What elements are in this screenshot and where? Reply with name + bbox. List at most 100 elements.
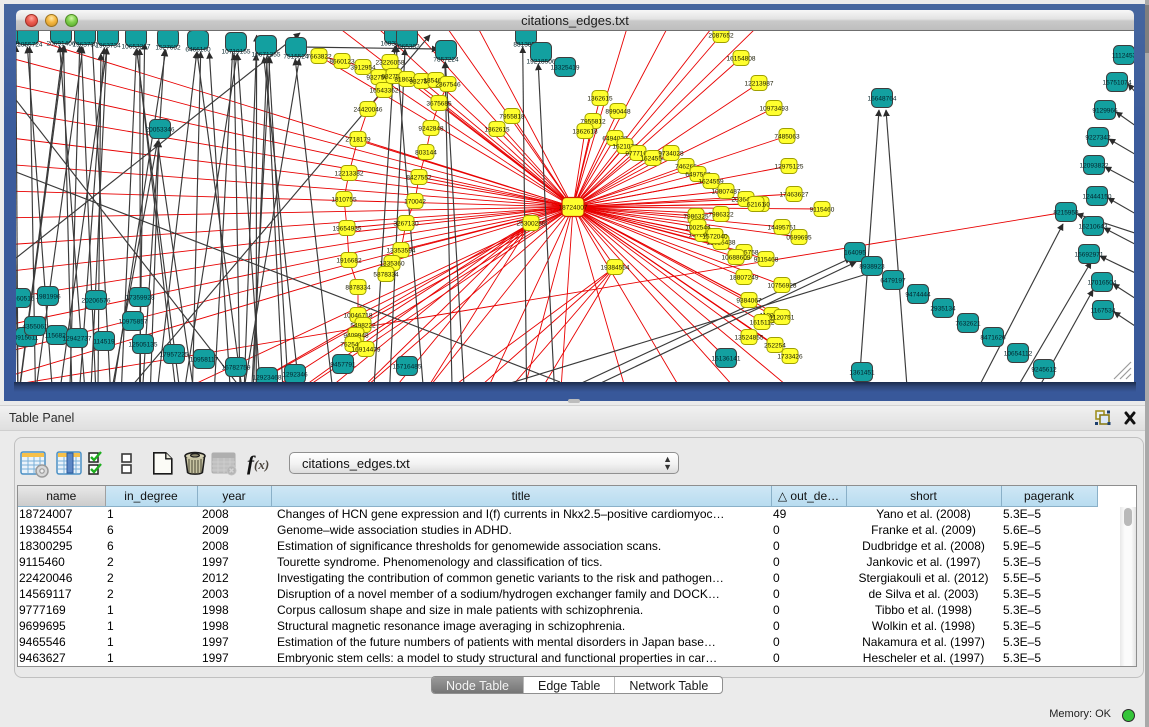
svg-text:252254: 252254 bbox=[764, 342, 786, 349]
svg-text:2087652: 2087652 bbox=[708, 32, 734, 39]
svg-text:8427552: 8427552 bbox=[406, 174, 432, 181]
svg-text:9129966: 9129966 bbox=[1092, 107, 1118, 114]
svg-text:12213382: 12213382 bbox=[335, 170, 364, 177]
svg-text:1120751: 1120751 bbox=[770, 314, 795, 321]
svg-text:10975857: 10975857 bbox=[119, 318, 148, 325]
svg-text:1362615: 1362615 bbox=[587, 95, 613, 102]
svg-text:1065382: 1065382 bbox=[394, 44, 420, 51]
svg-text:19654935: 19654935 bbox=[333, 225, 362, 232]
svg-text:9474444: 9474444 bbox=[905, 291, 931, 298]
svg-text:10671355: 10671355 bbox=[252, 52, 281, 59]
svg-text:8471626: 8471626 bbox=[980, 334, 1006, 341]
svg-text:20691406: 20691406 bbox=[47, 41, 76, 48]
svg-text:1362615: 1362615 bbox=[484, 126, 510, 133]
svg-text:13524855: 13524855 bbox=[735, 334, 764, 341]
svg-text:16543362: 16543362 bbox=[370, 87, 399, 94]
svg-text:9227342: 9227342 bbox=[1085, 134, 1111, 141]
svg-text:7632621: 7632621 bbox=[955, 320, 981, 327]
svg-text:10653267: 10653267 bbox=[122, 44, 151, 51]
svg-text:12923468: 12923468 bbox=[253, 374, 282, 381]
svg-text:23226058: 23226058 bbox=[376, 59, 405, 66]
svg-text:1916682: 1916682 bbox=[336, 257, 362, 264]
svg-text:8990448: 8990448 bbox=[605, 108, 631, 115]
svg-text:16648764: 16648764 bbox=[868, 95, 897, 102]
svg-text:(x): (x) bbox=[254, 457, 269, 472]
svg-text:15751074: 15751074 bbox=[1103, 79, 1132, 86]
svg-text:1527602: 1527602 bbox=[155, 45, 181, 52]
svg-text:5878334: 5878334 bbox=[373, 271, 399, 278]
svg-text:1963734: 1963734 bbox=[95, 43, 121, 50]
svg-text:10958117: 10958117 bbox=[190, 356, 219, 363]
svg-text:18724007: 18724007 bbox=[559, 204, 588, 211]
svg-text:13353594: 13353594 bbox=[387, 247, 416, 254]
svg-text:15692971: 15692971 bbox=[1075, 251, 1104, 258]
svg-text:2718179: 2718179 bbox=[345, 136, 371, 143]
svg-text:8215958: 8215958 bbox=[1053, 209, 1079, 216]
svg-text:8878334: 8878334 bbox=[345, 284, 371, 291]
svg-text:13325419: 13325419 bbox=[551, 64, 580, 71]
svg-text:1292346: 1292346 bbox=[282, 371, 308, 378]
svg-text:1112453: 1112453 bbox=[1112, 52, 1134, 59]
svg-text:24420046: 24420046 bbox=[354, 106, 383, 113]
svg-text:1167534: 1167534 bbox=[1091, 307, 1116, 314]
svg-text:7955818: 7955818 bbox=[499, 113, 525, 120]
svg-text:15716485: 15716485 bbox=[393, 363, 422, 370]
svg-text:20206576: 20206576 bbox=[82, 297, 111, 304]
svg-text:1361451: 1361451 bbox=[849, 369, 875, 376]
svg-text:8938923: 8938923 bbox=[859, 263, 885, 270]
svg-text:1572040: 1572040 bbox=[702, 233, 728, 240]
svg-text:2367546: 2367546 bbox=[435, 81, 461, 88]
svg-text:6466160: 6466160 bbox=[185, 47, 211, 54]
svg-text:12213987: 12213987 bbox=[745, 80, 774, 87]
svg-text:1362618: 1362618 bbox=[572, 128, 598, 135]
svg-text:16914479: 16914479 bbox=[352, 346, 381, 353]
svg-text:9115468: 9115468 bbox=[754, 256, 779, 263]
svg-text:9384067: 9384067 bbox=[736, 297, 762, 304]
svg-text:3675685: 3675685 bbox=[426, 100, 452, 107]
svg-text:1733426: 1733426 bbox=[777, 353, 803, 360]
svg-text:7663822: 7663822 bbox=[306, 53, 332, 60]
svg-text:9734028: 9734028 bbox=[658, 150, 684, 157]
svg-text:10973493: 10973493 bbox=[760, 105, 789, 112]
svg-text:10654112: 10654112 bbox=[1004, 350, 1033, 357]
svg-text:9242848: 9242848 bbox=[418, 125, 444, 132]
svg-text:19384554: 19384554 bbox=[601, 264, 630, 271]
svg-text:20053346: 20053346 bbox=[146, 126, 175, 133]
svg-text:17957225: 17957225 bbox=[160, 351, 189, 358]
svg-text:6479197: 6479197 bbox=[880, 277, 906, 284]
svg-text:12942737: 12942737 bbox=[63, 335, 92, 342]
svg-text:21055724: 21055724 bbox=[16, 42, 43, 49]
svg-text:7485063: 7485063 bbox=[774, 133, 800, 140]
svg-text:16210643: 16210643 bbox=[1079, 223, 1108, 230]
svg-text:18807249: 18807249 bbox=[730, 274, 759, 281]
svg-text:10807487: 10807487 bbox=[712, 188, 741, 195]
svg-text:10756928: 10756928 bbox=[768, 282, 797, 289]
svg-text:10719155: 10719155 bbox=[222, 49, 251, 56]
svg-text:16154808: 16154808 bbox=[727, 55, 756, 62]
svg-text:1981996: 1981996 bbox=[35, 293, 61, 300]
svg-text:12505135: 12505135 bbox=[129, 341, 158, 348]
svg-text:26260516: 26260516 bbox=[16, 295, 35, 302]
svg-text:9115460: 9115460 bbox=[810, 206, 835, 213]
svg-text:803144: 803144 bbox=[415, 149, 437, 156]
svg-text:15136141: 15136141 bbox=[712, 355, 741, 362]
svg-text:2935134: 2935134 bbox=[930, 305, 956, 312]
svg-text:3267130: 3267130 bbox=[393, 220, 419, 227]
svg-text:170042: 170042 bbox=[404, 198, 426, 205]
svg-text:7986322: 7986322 bbox=[708, 211, 734, 218]
svg-text:12975125: 12975125 bbox=[775, 163, 804, 170]
svg-text:9245612: 9245612 bbox=[1031, 366, 1057, 373]
svg-text:17016504: 17016504 bbox=[1088, 279, 1117, 286]
svg-text:17463627: 17463627 bbox=[780, 191, 809, 198]
svg-text:114519: 114519 bbox=[93, 338, 115, 345]
svg-text:1963730: 1963730 bbox=[72, 42, 98, 49]
svg-text:17359928: 17359928 bbox=[126, 294, 155, 301]
svg-text:164095: 164095 bbox=[844, 249, 866, 256]
svg-text:7857224: 7857224 bbox=[433, 57, 459, 64]
svg-text:16782759: 16782759 bbox=[222, 364, 251, 371]
svg-text:10688609: 10688609 bbox=[722, 254, 751, 261]
svg-text:12093822: 12093822 bbox=[1080, 162, 1109, 169]
svg-text:1810755: 1810755 bbox=[331, 196, 357, 203]
svg-text:25300255: 25300255 bbox=[517, 220, 546, 227]
svg-text:9457791: 9457791 bbox=[330, 361, 356, 368]
